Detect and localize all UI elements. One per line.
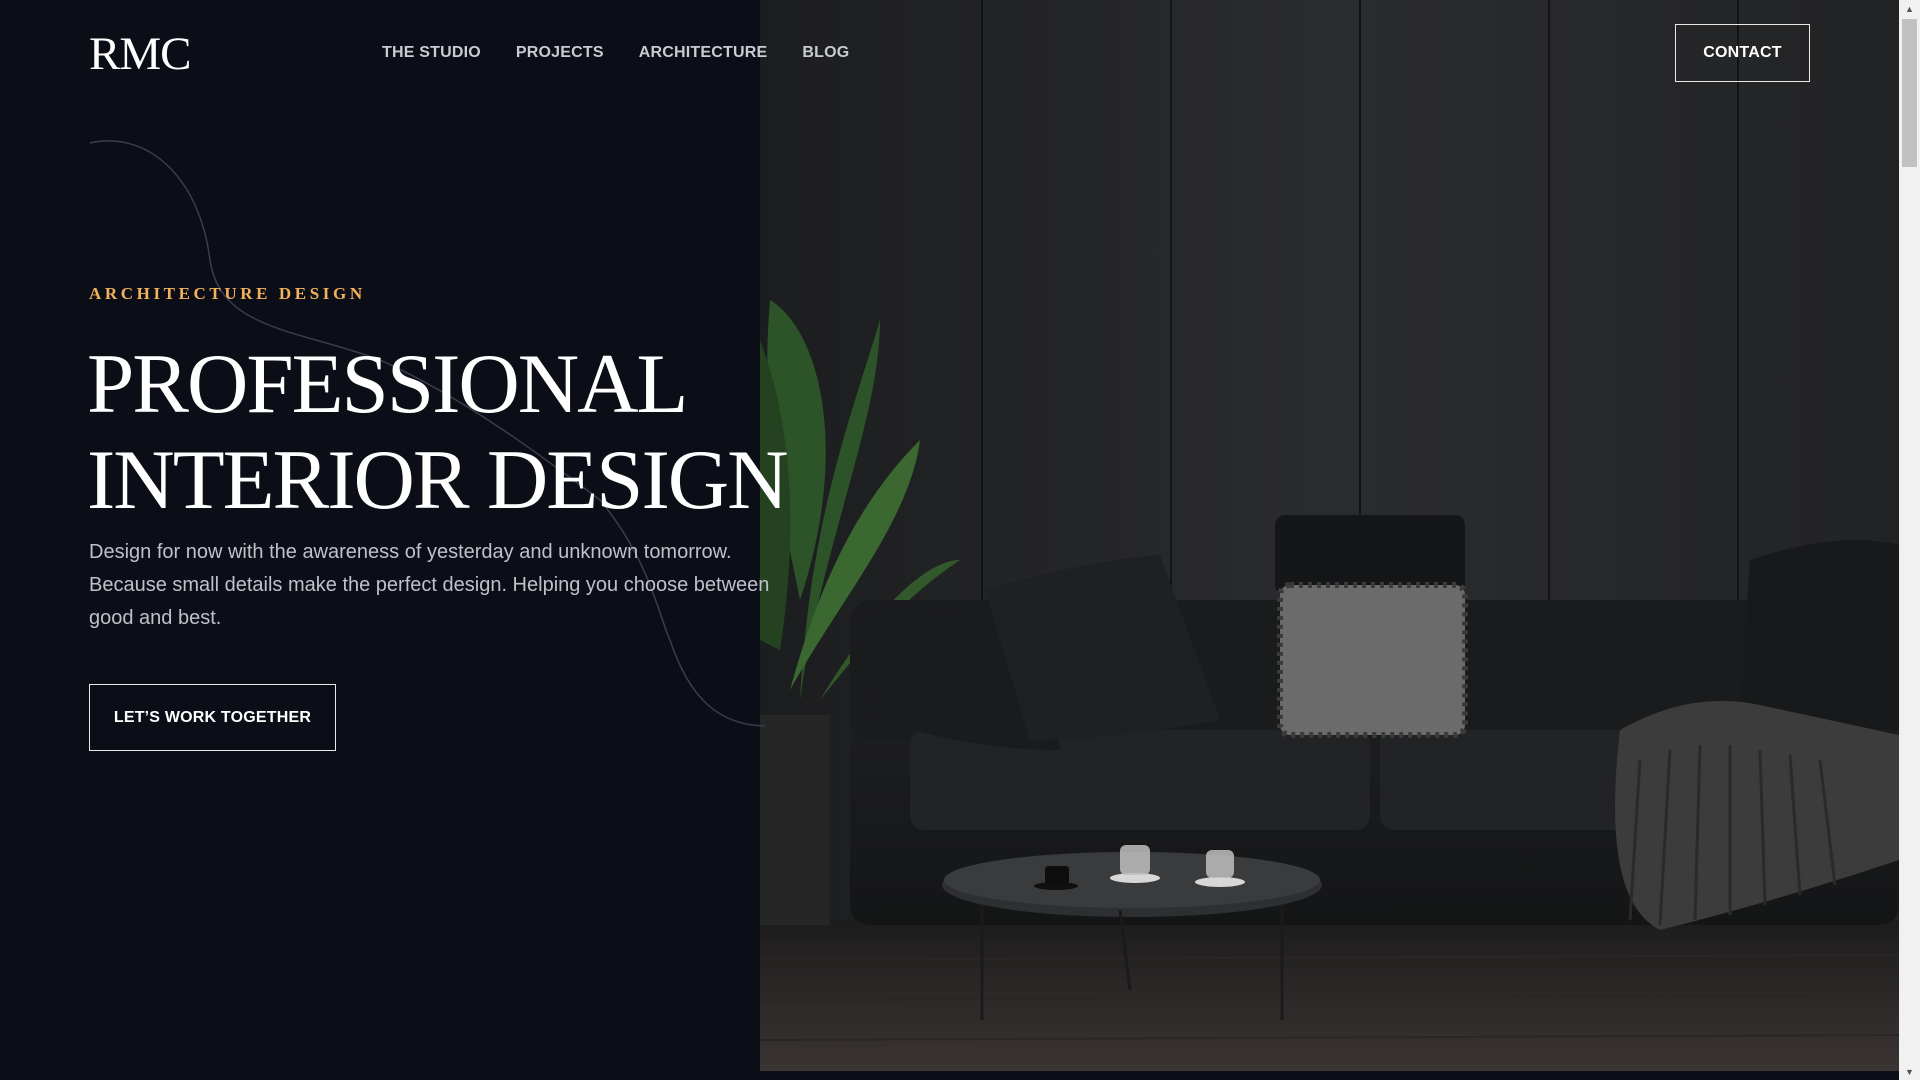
nav-item-blog[interactable]: BLOG [802, 43, 849, 63]
scrollbar[interactable]: ▲ ▼ [1899, 0, 1920, 1080]
scroll-down-arrow-icon[interactable]: ▼ [1899, 1063, 1920, 1080]
main-nav: THE STUDIO PROJECTS ARCHITECTURE BLOG [382, 43, 849, 63]
brand-logo[interactable]: RMC [89, 28, 191, 80]
hero-eyebrow: ARCHITECTURE DESIGN [89, 284, 366, 303]
living-room-illustration [760, 0, 1899, 1071]
contact-button[interactable]: CONTACT [1675, 24, 1810, 82]
page: RMC THE STUDIO PROJECTS ARCHITECTURE BLO… [0, 0, 1899, 1080]
hero-image [760, 0, 1899, 1071]
nav-item-the-studio[interactable]: THE STUDIO [382, 43, 481, 63]
work-together-button[interactable]: LET’S WORK TOGETHER [89, 684, 336, 751]
hero-description: Design for now with the awareness of yes… [89, 541, 770, 629]
hero-headline-line2: INTERIOR DESIGN [87, 433, 789, 527]
scroll-up-arrow-icon[interactable]: ▲ [1899, 0, 1920, 17]
nav-item-projects[interactable]: PROJECTS [516, 43, 604, 63]
hero-headline-line1: PROFESSIONAL [87, 337, 688, 431]
hero-headline: PROFESSIONAL INTERIOR DESIGN [87, 336, 789, 528]
nav-item-architecture[interactable]: ARCHITECTURE [639, 43, 768, 63]
scrollbar-thumb[interactable] [1902, 19, 1917, 167]
